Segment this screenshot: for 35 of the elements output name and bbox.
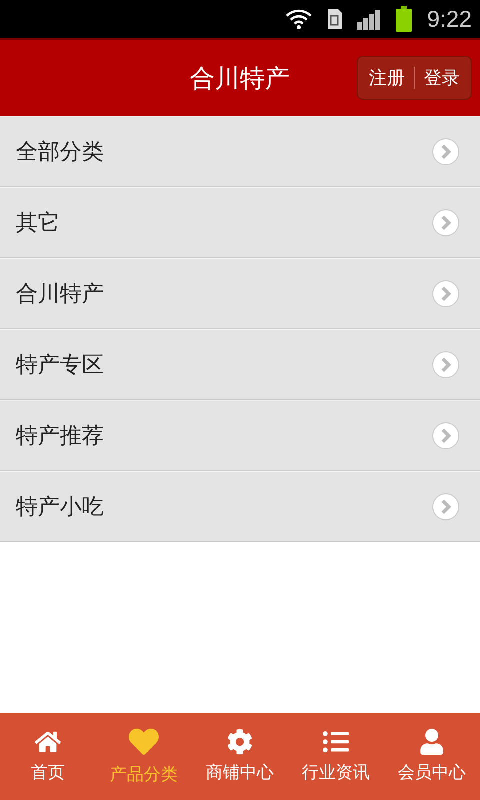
category-row[interactable]: 特产小吃	[0, 471, 480, 542]
category-label: 合川特产	[16, 280, 104, 308]
chevron-right-icon	[432, 138, 460, 166]
category-row[interactable]: 全部分类	[0, 116, 480, 187]
page-title: 合川特产	[190, 62, 290, 94]
clock-time: 9:22	[427, 6, 472, 32]
category-label: 特产推荐	[16, 422, 104, 450]
wifi-icon	[285, 8, 314, 30]
category-row[interactable]: 合川特产	[0, 258, 480, 329]
chevron-right-icon	[432, 422, 460, 450]
category-row[interactable]: 特产推荐	[0, 400, 480, 471]
category-row[interactable]: 特产专区	[0, 329, 480, 400]
chevron-right-icon	[432, 350, 460, 378]
chevron-right-icon	[432, 492, 460, 520]
category-label: 其它	[16, 210, 60, 238]
category-label: 特产专区	[16, 352, 104, 380]
login-link[interactable]: 登录	[421, 66, 463, 90]
tab-item[interactable]: 行业资讯	[288, 713, 384, 800]
signal-icon	[357, 8, 382, 30]
category-label: 特产小吃	[16, 494, 104, 522]
chevron-right-icon	[432, 280, 460, 308]
tab-item[interactable]: 会员中心	[384, 713, 480, 800]
home-icon	[35, 729, 61, 755]
chevron-right-icon	[432, 208, 460, 236]
sim-card-icon	[327, 8, 344, 30]
list-icon	[323, 729, 349, 755]
tab-item[interactable]: 商铺中心	[192, 713, 288, 800]
battery-icon	[395, 6, 414, 32]
register-link[interactable]: 注册	[366, 66, 408, 90]
category-row[interactable]: 其它	[0, 187, 480, 258]
settings-icon	[227, 729, 253, 755]
tab-item[interactable]: 首页	[0, 713, 96, 800]
user-icon	[419, 729, 445, 755]
heart-icon	[129, 727, 159, 757]
category-label: 全部分类	[16, 138, 104, 166]
